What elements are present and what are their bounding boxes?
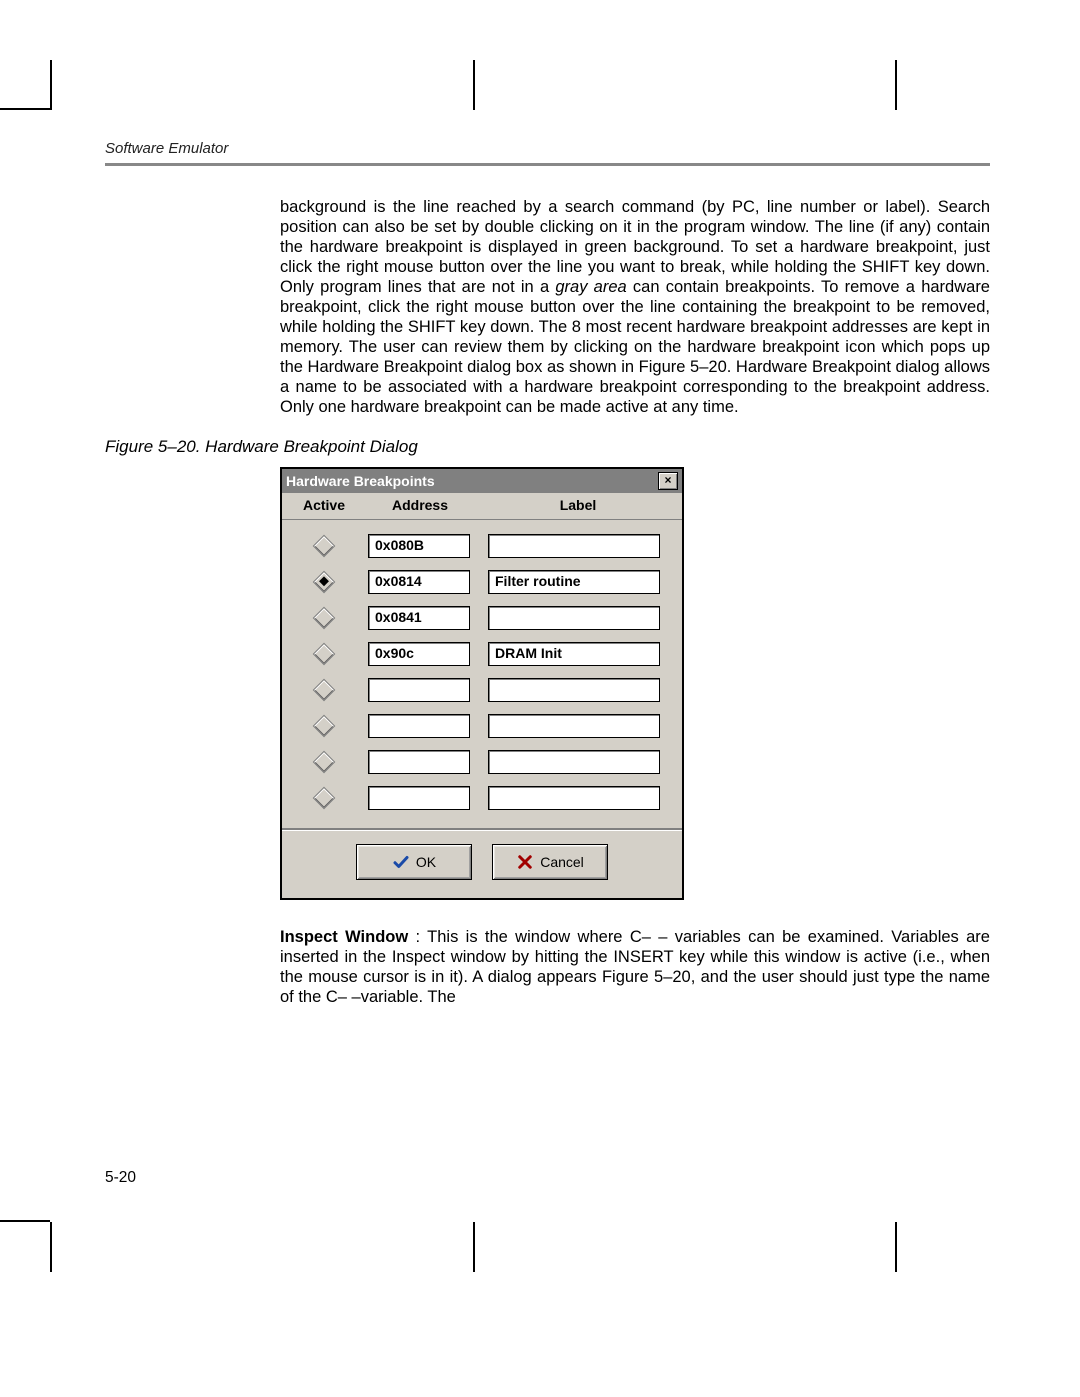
- dialog-column-headers: Active Address Label: [282, 493, 682, 520]
- close-icon[interactable]: ×: [658, 472, 678, 490]
- active-radio[interactable]: [313, 787, 336, 810]
- label-field[interactable]: DRAM Init: [488, 642, 660, 666]
- active-radio[interactable]: [313, 643, 336, 666]
- label-field[interactable]: [488, 606, 660, 630]
- label-field[interactable]: [488, 786, 660, 810]
- label-field[interactable]: [488, 714, 660, 738]
- address-field[interactable]: [368, 714, 470, 738]
- breakpoint-rows: 0x080B 0x0814 Filter routine 0x0841 0x90…: [282, 520, 682, 822]
- dialog-button-row: OK Cancel: [282, 830, 682, 898]
- label-field[interactable]: [488, 750, 660, 774]
- active-radio[interactable]: [313, 679, 336, 702]
- breakpoint-row: 0x080B: [288, 528, 676, 564]
- ok-button[interactable]: OK: [356, 844, 472, 880]
- address-field[interactable]: 0x0814: [368, 570, 470, 594]
- header-active: Active: [288, 497, 360, 513]
- label-field[interactable]: [488, 534, 660, 558]
- active-radio[interactable]: [313, 571, 336, 594]
- active-radio[interactable]: [313, 715, 336, 738]
- x-icon: [516, 853, 534, 871]
- ok-label: OK: [416, 854, 436, 870]
- page-number: 5-20: [105, 1169, 136, 1187]
- address-field[interactable]: [368, 678, 470, 702]
- hardware-breakpoints-dialog: Hardware Breakpoints × Active Address La…: [280, 467, 684, 900]
- active-radio[interactable]: [313, 751, 336, 774]
- address-field[interactable]: [368, 750, 470, 774]
- breakpoint-row: 0x0841: [288, 600, 676, 636]
- header-address: Address: [360, 497, 480, 513]
- label-field[interactable]: Filter routine: [488, 570, 660, 594]
- label-field[interactable]: [488, 678, 660, 702]
- address-field[interactable]: [368, 786, 470, 810]
- para1-gray-area: gray area: [555, 278, 626, 296]
- header-rule: [105, 163, 990, 166]
- check-icon: [392, 853, 410, 871]
- running-head: Software Emulator: [105, 140, 990, 157]
- breakpoint-row: [288, 708, 676, 744]
- breakpoint-row: [288, 780, 676, 816]
- active-radio[interactable]: [313, 535, 336, 558]
- address-field[interactable]: 0x0841: [368, 606, 470, 630]
- breakpoint-row: 0x0814 Filter routine: [288, 564, 676, 600]
- cancel-button[interactable]: Cancel: [492, 844, 608, 880]
- body-paragraph-1: background is the line reached by a sear…: [280, 198, 990, 417]
- breakpoint-row: [288, 744, 676, 780]
- para1-b: can contain breakpoints. To remove a har…: [280, 278, 990, 416]
- body-paragraph-2: Inspect Window : This is the window wher…: [280, 928, 990, 1008]
- active-radio[interactable]: [313, 607, 336, 630]
- header-label: Label: [480, 497, 676, 513]
- dialog-titlebar[interactable]: Hardware Breakpoints ×: [282, 469, 682, 493]
- dialog-title: Hardware Breakpoints: [286, 473, 435, 489]
- breakpoint-row: 0x90c DRAM Init: [288, 636, 676, 672]
- breakpoint-row: [288, 672, 676, 708]
- inspect-window-lead: Inspect Window: [280, 928, 408, 946]
- address-field[interactable]: 0x080B: [368, 534, 470, 558]
- cancel-label: Cancel: [540, 854, 584, 870]
- figure-caption: Figure 5–20. Hardware Breakpoint Dialog: [105, 437, 990, 457]
- address-field[interactable]: 0x90c: [368, 642, 470, 666]
